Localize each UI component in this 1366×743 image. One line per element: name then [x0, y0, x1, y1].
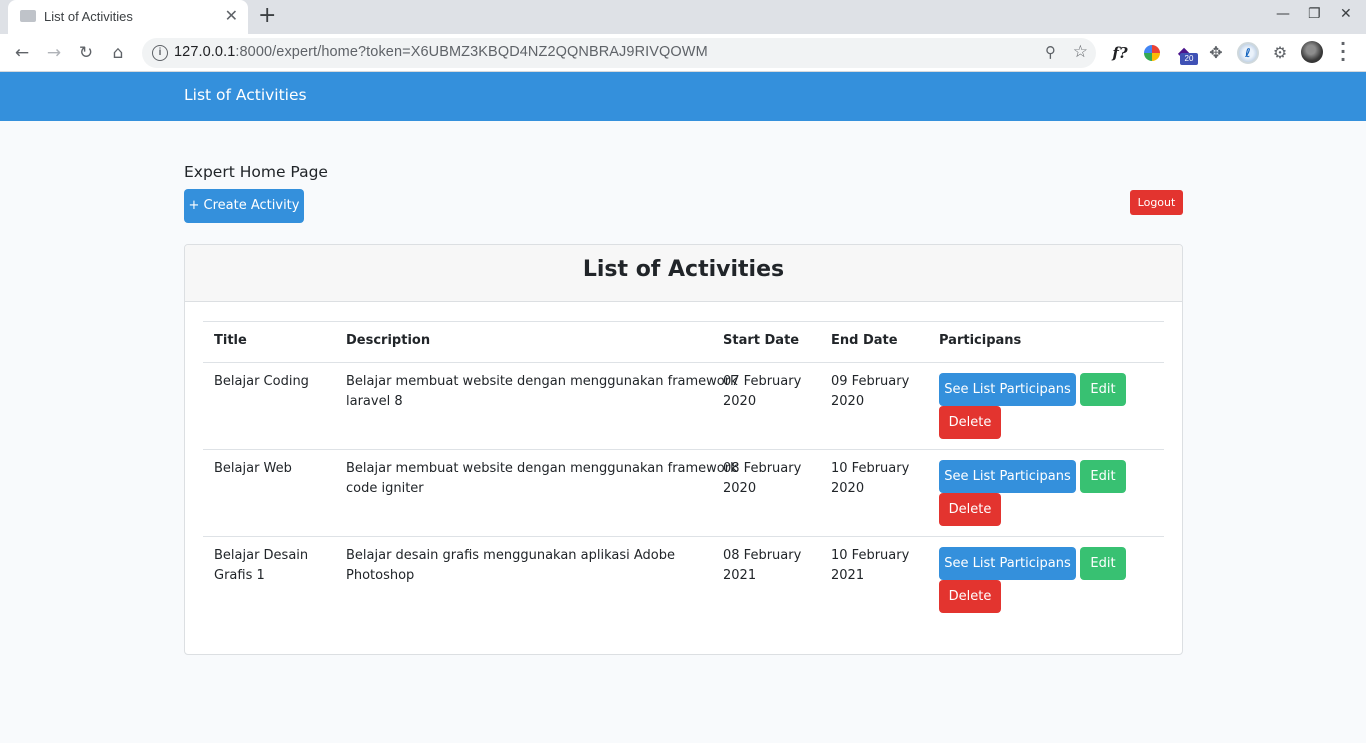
new-tab-icon[interactable]: +	[258, 4, 276, 28]
address-bar[interactable]: i 127.0.0.1:8000/expert/home?token=X6UBM…	[142, 38, 1096, 68]
profile-avatar[interactable]	[1301, 41, 1323, 63]
address-url[interactable]: 127.0.0.1:8000/expert/home?token=X6UBMZ3…	[174, 44, 708, 60]
cell-end-date: 10 February 2021	[831, 548, 910, 583]
table-top-border	[203, 321, 1164, 322]
edit-button[interactable]: Edit	[1080, 373, 1126, 406]
column-header-title: Title	[214, 333, 247, 348]
cell-start-date: 07 February 2020	[723, 374, 802, 409]
window-close-icon[interactable]: ✕	[1340, 6, 1352, 22]
see-participans-button[interactable]: See List Participans	[939, 373, 1076, 406]
browser-tab[interactable]: List of Activities ✕	[8, 0, 248, 34]
bookmark-star-icon[interactable]: ☆	[1073, 42, 1088, 62]
cell-start-date: 08 February 2021	[723, 548, 802, 583]
cell-end-date: 10 February 2020	[831, 461, 910, 496]
delete-button[interactable]: Delete	[939, 580, 1001, 613]
row-divider	[203, 449, 1164, 450]
see-participans-button[interactable]: See List Participans	[939, 460, 1076, 493]
color-picker-extension-icon[interactable]	[1144, 45, 1160, 61]
globe-extension-icon[interactable]: ℓ	[1237, 42, 1259, 64]
tab-close-icon[interactable]: ✕	[225, 7, 238, 25]
cell-title: Belajar Web	[214, 461, 292, 476]
cell-start-date: 08 February 2020	[723, 461, 802, 496]
tab-title: List of Activities	[44, 9, 133, 24]
edit-button[interactable]: Edit	[1080, 460, 1126, 493]
column-header-end-date: End Date	[831, 333, 898, 348]
restore-icon[interactable]: ❐	[1308, 6, 1321, 22]
extension-badge: 20	[1180, 53, 1198, 65]
see-participans-button[interactable]: See List Participans	[939, 547, 1076, 580]
minimize-icon[interactable]: —	[1276, 6, 1290, 22]
formula-extension-icon[interactable]: f?	[1108, 41, 1132, 65]
zoom-icon[interactable]: ⚲	[1045, 43, 1056, 61]
table-header-border	[203, 362, 1164, 363]
cell-description: Belajar membuat website dengan menggunak…	[346, 374, 738, 409]
home-icon[interactable]: ⌂	[106, 41, 130, 65]
column-header-participans: Participans	[939, 333, 1022, 348]
card-header: List of Activities	[185, 245, 1182, 302]
column-header-description: Description	[346, 333, 431, 348]
logout-button[interactable]: Logout	[1130, 190, 1183, 215]
move-extension-icon[interactable]: ✥	[1204, 41, 1228, 65]
cell-description: Belajar desain grafis menggunakan aplika…	[346, 548, 676, 583]
cell-description: Belajar membuat website dengan menggunak…	[346, 461, 738, 496]
navbar-brand[interactable]: List of Activities	[184, 86, 307, 104]
delete-button[interactable]: Delete	[939, 406, 1001, 439]
card-title: List of Activities	[582, 257, 785, 282]
tab-favicon-icon	[20, 10, 36, 22]
activities-card: List of Activities Title Description Sta…	[184, 244, 1183, 655]
row-divider	[203, 536, 1164, 537]
column-header-start-date: Start Date	[723, 333, 800, 348]
page-heading: Expert Home Page	[184, 163, 328, 181]
edit-button[interactable]: Edit	[1080, 547, 1126, 580]
cell-title: Belajar Coding	[214, 374, 309, 389]
extensions-puzzle-icon[interactable]: ⚙	[1268, 41, 1292, 65]
browser-tab-bar: List of Activities ✕ + — ❐ ✕	[0, 0, 1366, 34]
site-info-icon[interactable]: i	[152, 45, 168, 61]
cell-end-date: 09 February 2020	[831, 374, 910, 409]
cell-title: Belajar Desain Grafis 1	[214, 548, 309, 583]
reload-icon[interactable]: ↻	[74, 41, 98, 65]
back-arrow-icon[interactable]: ←	[10, 41, 34, 65]
delete-button[interactable]: Delete	[939, 493, 1001, 526]
browser-menu-icon[interactable]: · · ·	[1340, 36, 1346, 68]
app-navbar: List of Activities	[0, 72, 1366, 121]
forward-arrow-icon[interactable]: →	[42, 41, 66, 65]
browser-toolbar: ← → ↻ ⌂ i 127.0.0.1:8000/expert/home?tok…	[0, 34, 1366, 72]
create-activity-button[interactable]: + Create Activity	[184, 189, 304, 223]
